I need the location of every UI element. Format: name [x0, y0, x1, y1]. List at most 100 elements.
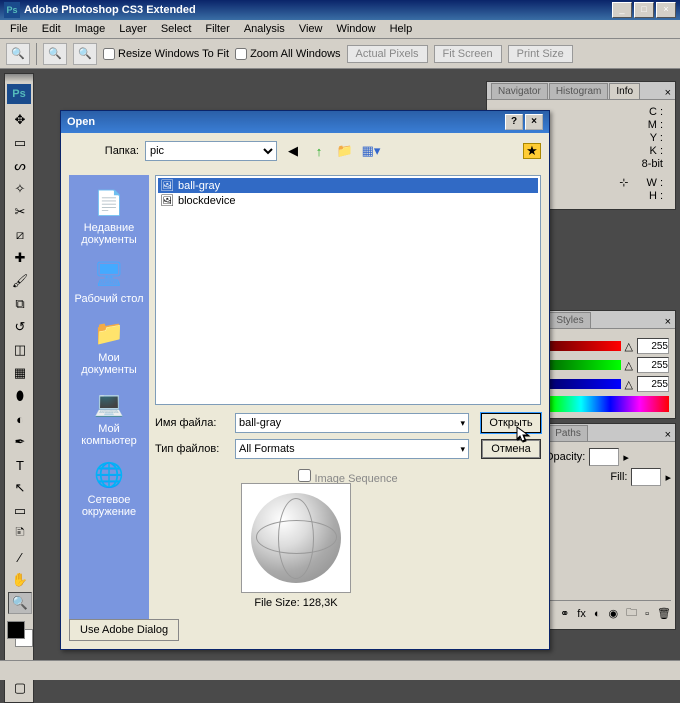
panel-close-icon[interactable]: × — [661, 429, 675, 441]
blur-tool[interactable]: ⬮ — [8, 385, 32, 407]
dialog-help-button[interactable]: ? — [505, 114, 523, 130]
heal-tool[interactable]: ✚ — [8, 247, 32, 269]
color-swatches[interactable] — [5, 617, 33, 651]
dialog-close-button[interactable]: × — [525, 114, 543, 130]
menu-image[interactable]: Image — [69, 21, 112, 37]
place-documents[interactable]: 📁Мои документы — [71, 311, 147, 382]
tab-styles[interactable]: Styles — [549, 312, 590, 328]
shape-tool[interactable]: ▭ — [8, 500, 32, 522]
menu-layer[interactable]: Layer — [113, 21, 153, 37]
folder-icon[interactable]: 🗀 — [626, 604, 637, 623]
zoom-tool[interactable]: 🔍 — [8, 592, 32, 614]
zoom-tool-indicator[interactable]: 🔍 — [6, 43, 30, 65]
menu-edit[interactable]: Edit — [36, 21, 67, 37]
favorites-icon[interactable]: ★ — [523, 143, 541, 159]
menu-window[interactable]: Window — [330, 21, 381, 37]
fx-icon[interactable]: fx — [577, 608, 586, 620]
move-tool[interactable]: ✥ — [8, 109, 32, 131]
menu-select[interactable]: Select — [155, 21, 198, 37]
crop-tool[interactable]: ✂ — [8, 201, 32, 223]
place-desktop[interactable]: 🖥Рабочий стол — [71, 252, 147, 311]
tab-paths[interactable]: Paths — [548, 425, 588, 441]
filetype-select[interactable]: All Formats — [235, 439, 469, 459]
panel-close-icon[interactable]: × — [661, 316, 675, 328]
ps-logo-icon: Ps — [7, 84, 31, 104]
zoom-in-icon[interactable]: 🔍 — [43, 43, 67, 65]
lasso-tool[interactable]: ᔕ — [8, 155, 32, 177]
history-brush-tool[interactable]: ↺ — [8, 316, 32, 338]
foreground-swatch[interactable] — [7, 621, 25, 639]
app-titlebar: Ps Adobe Photoshop CS3 Extended _ □ × — [0, 0, 680, 20]
use-adobe-dialog-button[interactable]: Use Adobe Dialog — [69, 619, 179, 641]
close-button[interactable]: × — [656, 2, 676, 18]
image-sequence-checkbox[interactable] — [298, 469, 311, 482]
open-button[interactable]: Открыть — [481, 413, 541, 433]
stamp-tool[interactable]: ⧉ — [8, 293, 32, 315]
filename-input[interactable]: ball-gray — [235, 413, 469, 433]
place-computer[interactable]: 💻Мой компьютер — [71, 382, 147, 453]
statusbar — [0, 660, 680, 680]
list-item[interactable]: 🖼blockdevice — [158, 193, 538, 208]
g-input[interactable] — [637, 357, 669, 373]
marquee-tool[interactable]: ▭ — [8, 132, 32, 154]
path-tool[interactable]: ↖ — [8, 477, 32, 499]
screenmode-icon[interactable]: ▢ — [8, 677, 32, 699]
cursor-icon — [516, 426, 530, 444]
ps-icon: Ps — [4, 2, 20, 18]
actual-pixels-button[interactable]: Actual Pixels — [347, 45, 428, 63]
fit-screen-button[interactable]: Fit Screen — [434, 45, 502, 63]
views-icon[interactable]: ▦▾ — [361, 141, 381, 161]
hand-tool[interactable]: ✋ — [8, 569, 32, 591]
panel-close-icon[interactable]: × — [661, 87, 675, 99]
trash-icon[interactable]: 🗑 — [657, 607, 671, 620]
list-item[interactable]: 🖼ball-gray — [158, 178, 538, 193]
menu-help[interactable]: Help — [384, 21, 419, 37]
minimize-button[interactable]: _ — [612, 2, 632, 18]
menu-file[interactable]: File — [4, 21, 34, 37]
type-tool[interactable]: T — [8, 454, 32, 476]
dialog-title: Open — [67, 116, 95, 128]
zoom-out-icon[interactable]: 🔍 — [73, 43, 97, 65]
print-size-button[interactable]: Print Size — [508, 45, 573, 63]
tab-histogram[interactable]: Histogram — [549, 83, 609, 99]
tab-navigator[interactable]: Navigator — [491, 83, 548, 99]
dialog-titlebar: Open ? × — [61, 111, 549, 133]
gradient-tool[interactable]: ▦ — [8, 362, 32, 384]
folder-select[interactable]: pic — [145, 141, 277, 161]
file-list[interactable]: 🖼ball-gray 🖼blockdevice — [155, 175, 541, 405]
new-folder-icon[interactable]: 📁 — [335, 141, 355, 161]
folder-label: Папка: — [69, 145, 139, 157]
maximize-button[interactable]: □ — [634, 2, 654, 18]
up-icon[interactable]: ↑ — [309, 141, 329, 161]
eraser-tool[interactable]: ◫ — [8, 339, 32, 361]
eyedropper-tool[interactable]: ⁄ — [8, 546, 32, 568]
zoom-all-checkbox[interactable]: Zoom All Windows — [235, 48, 340, 60]
adjust-icon[interactable]: ◉ — [609, 607, 619, 620]
resize-windows-checkbox[interactable]: Resize Windows To Fit — [103, 48, 229, 60]
b-input[interactable] — [637, 376, 669, 392]
fill-input[interactable] — [631, 468, 661, 486]
brush-tool[interactable]: 🖌 — [8, 270, 32, 292]
r-input[interactable] — [637, 338, 669, 354]
slice-tool[interactable]: ⧄ — [8, 224, 32, 246]
preview-thumbnail — [241, 483, 351, 593]
opacity-input[interactable] — [589, 448, 619, 466]
menu-view[interactable]: View — [293, 21, 329, 37]
menu-analysis[interactable]: Analysis — [238, 21, 291, 37]
image-icon: 🖼 — [160, 179, 174, 192]
wand-tool[interactable]: ✧ — [8, 178, 32, 200]
cancel-button[interactable]: Отмена — [481, 439, 541, 459]
open-dialog: Open ? × Папка: pic ◀ ↑ 📁 ▦▾ ★ 📄Недавние… — [60, 110, 550, 650]
menu-filter[interactable]: Filter — [199, 21, 235, 37]
link-icon[interactable]: ⚭ — [560, 607, 569, 620]
menubar: File Edit Image Layer Select Filter Anal… — [0, 20, 680, 39]
dodge-tool[interactable]: ◐ — [8, 408, 32, 430]
new-icon[interactable]: ▫ — [645, 608, 649, 620]
place-recent[interactable]: 📄Недавние документы — [71, 181, 147, 252]
place-network[interactable]: 🌐Сетевое окружение — [71, 453, 147, 524]
pen-tool[interactable]: ✒ — [8, 431, 32, 453]
back-icon[interactable]: ◀ — [283, 141, 303, 161]
tab-info[interactable]: Info — [609, 83, 640, 99]
mask-icon[interactable]: ◐ — [594, 608, 601, 620]
notes-tool[interactable]: 🗈 — [8, 523, 32, 545]
